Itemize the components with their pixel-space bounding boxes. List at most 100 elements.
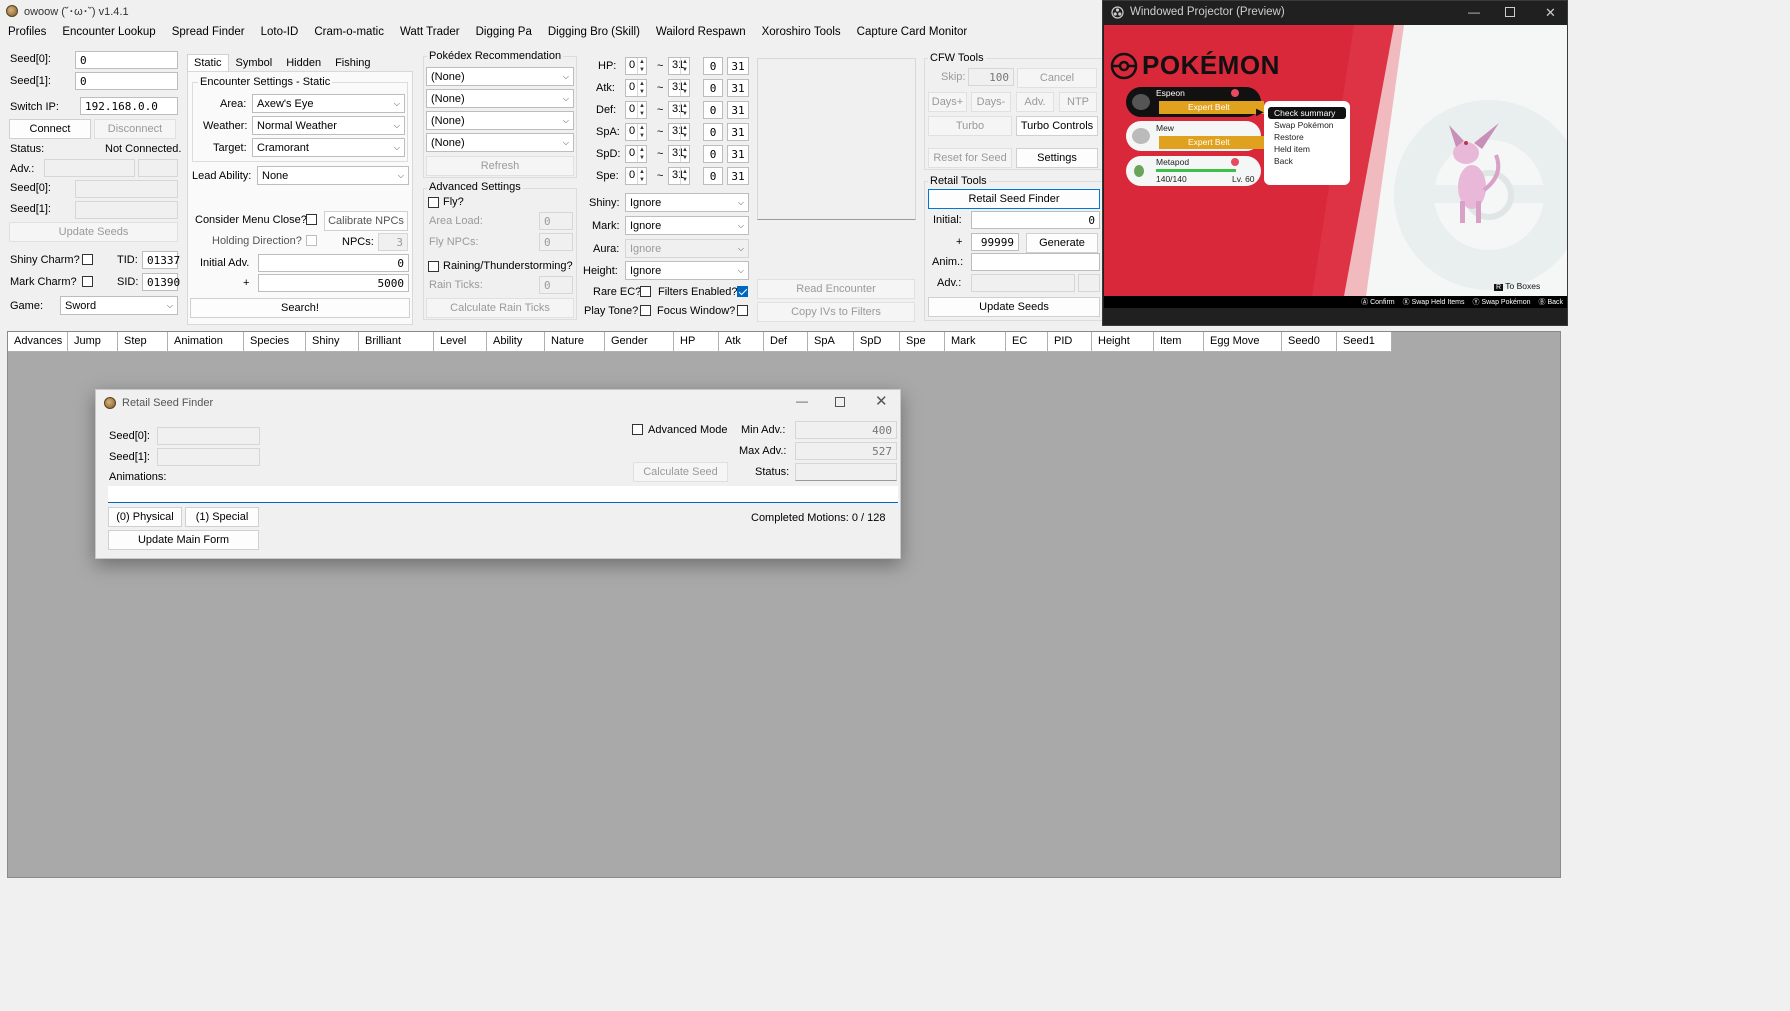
column-header-jump[interactable]: Jump	[68, 332, 118, 352]
menu-back[interactable]: Back	[1264, 155, 1350, 167]
retail-initial-input[interactable]: 0	[971, 211, 1100, 229]
menu-xoroshiro-tools[interactable]: Xoroshiro Tools	[754, 26, 849, 38]
menu-digging-bro[interactable]: Digging Bro (Skill)	[540, 26, 648, 38]
switch-ip-input[interactable]: 192.168.0.0	[80, 97, 178, 115]
disconnect-button[interactable]: Disconnect	[94, 119, 176, 139]
iv-high-4[interactable]: 31	[727, 145, 749, 163]
copy-ivs-button[interactable]: Copy IVs to Filters	[757, 302, 915, 322]
focus-window-checkbox[interactable]	[737, 305, 748, 316]
days-plus-button[interactable]: Days+	[928, 92, 967, 112]
holding-direction-checkbox[interactable]	[306, 235, 317, 246]
spinner-arrows-icon[interactable]: ▲ ▼	[680, 80, 689, 96]
iv-high-5[interactable]: 31	[727, 167, 749, 185]
menu-capture-card-monitor[interactable]: Capture Card Monitor	[849, 26, 976, 38]
min-adv-input[interactable]: 400	[795, 421, 897, 439]
physical-button[interactable]: (0) Physical	[108, 507, 182, 527]
height-filter-select[interactable]: Ignore ⌵	[625, 261, 749, 280]
iv-low-3[interactable]: 0	[703, 123, 723, 141]
pokedex-select-2[interactable]: (None) ⌵	[426, 89, 574, 108]
column-header-spa[interactable]: SpA	[808, 332, 854, 352]
column-header-gender[interactable]: Gender	[605, 332, 674, 352]
spinner-arrows-icon[interactable]: ▲ ▼	[680, 146, 689, 162]
iv-high-0[interactable]: 31	[727, 57, 749, 75]
aura-filter-select[interactable]: Ignore ⌵	[625, 239, 749, 258]
iv-max-3[interactable]: 31 ▲ ▼	[668, 123, 690, 141]
game-select[interactable]: Sword ⌵	[60, 296, 178, 315]
maximize-icon[interactable]	[1505, 7, 1515, 17]
retail-adv-input[interactable]	[971, 274, 1075, 292]
target-select[interactable]: Cramorant ⌵	[252, 138, 405, 157]
rain-ticks-input[interactable]: 0	[539, 276, 573, 294]
generate-button[interactable]: Generate	[1026, 233, 1098, 253]
menu-close-checkbox[interactable]	[306, 214, 317, 225]
tid-input[interactable]: 01337	[142, 251, 180, 269]
menu-held-item[interactable]: Held item	[1264, 143, 1350, 155]
animations-input[interactable]	[108, 486, 898, 503]
adv-input[interactable]	[44, 159, 135, 177]
advanced-mode-checkbox[interactable]	[632, 424, 643, 435]
iv-min-1[interactable]: 0 ▲ ▼	[625, 79, 647, 97]
close-icon[interactable]: ✕	[1545, 5, 1556, 21]
turbo-controls-button[interactable]: Turbo Controls	[1016, 116, 1098, 136]
column-header-step[interactable]: Step	[118, 332, 168, 352]
calculate-rain-ticks-button[interactable]: Calculate Rain Ticks	[426, 298, 574, 318]
iv-min-2[interactable]: 0 ▲ ▼	[625, 101, 647, 119]
iv-high-2[interactable]: 31	[727, 101, 749, 119]
shiny-filter-select[interactable]: Ignore ⌵	[625, 193, 749, 212]
iv-max-4[interactable]: 31 ▲ ▼	[668, 145, 690, 163]
lead-ability-select[interactable]: None ⌵	[257, 166, 409, 185]
adv-input-2[interactable]	[138, 159, 178, 177]
menu-swap-pokemon[interactable]: Swap Pokémon	[1264, 119, 1350, 131]
max-adv-input[interactable]: 527	[795, 442, 897, 460]
column-header-seed1[interactable]: Seed1	[1337, 332, 1392, 352]
mark-charm-checkbox[interactable]	[82, 276, 93, 287]
iv-min-0[interactable]: 0 ▲ ▼	[625, 57, 647, 75]
iv-max-5[interactable]: 31 ▲ ▼	[668, 167, 690, 185]
rare-ec-checkbox[interactable]	[640, 286, 651, 297]
column-header-advances[interactable]: Advances	[8, 332, 68, 352]
menu-wailord-respawn[interactable]: Wailord Respawn	[648, 26, 754, 38]
column-header-spe[interactable]: Spe	[900, 332, 945, 352]
seed1-input[interactable]: 0	[75, 72, 178, 90]
iv-min-4[interactable]: 0 ▲ ▼	[625, 145, 647, 163]
pokedex-select-1[interactable]: (None) ⌵	[426, 67, 574, 86]
column-header-ability[interactable]: Ability	[487, 332, 545, 352]
refresh-button[interactable]: Refresh	[426, 156, 574, 176]
minimize-icon[interactable]: —	[796, 394, 808, 408]
dialog-seed1-input[interactable]	[157, 448, 260, 466]
reset-for-seed-button[interactable]: Reset for Seed	[928, 148, 1012, 168]
iv-max-2[interactable]: 31 ▲ ▼	[668, 101, 690, 119]
iv-high-1[interactable]: 31	[727, 79, 749, 97]
fly-checkbox[interactable]	[428, 197, 439, 208]
npcs-input[interactable]: 3	[378, 233, 408, 251]
read-encounter-button[interactable]: Read Encounter	[757, 279, 915, 299]
retail-adv-input-2[interactable]	[1078, 274, 1100, 292]
retail-update-seeds-button[interactable]: Update Seeds	[928, 297, 1100, 317]
dialog-seed0-input[interactable]	[157, 427, 260, 445]
filters-enabled-checkbox[interactable]	[737, 286, 748, 297]
tab-hidden[interactable]: Hidden	[279, 54, 328, 72]
iv-max-0[interactable]: 31 ▲ ▼	[668, 57, 690, 75]
column-header-seed0[interactable]: Seed0	[1282, 332, 1337, 352]
adv-button[interactable]: Adv.	[1016, 92, 1054, 112]
anim-input[interactable]	[971, 253, 1100, 271]
ntp-button[interactable]: NTP	[1059, 92, 1097, 112]
spinner-arrows-icon[interactable]: ▲ ▼	[680, 124, 689, 140]
column-header-species[interactable]: Species	[244, 332, 306, 352]
spinner-arrows-icon[interactable]: ▲ ▼	[637, 58, 646, 74]
pokedex-select-3[interactable]: (None) ⌵	[426, 111, 574, 130]
maximize-icon[interactable]	[835, 397, 845, 407]
menu-spread-finder[interactable]: Spread Finder	[164, 26, 253, 38]
spinner-arrows-icon[interactable]: ▲ ▼	[637, 124, 646, 140]
special-button[interactable]: (1) Special	[185, 507, 259, 527]
menu-loto-id[interactable]: Loto-ID	[253, 26, 307, 38]
iv-low-0[interactable]: 0	[703, 57, 723, 75]
seed1-readout[interactable]	[75, 201, 178, 219]
pokedex-select-4[interactable]: (None) ⌵	[426, 133, 574, 152]
calculate-seed-button[interactable]: Calculate Seed	[633, 462, 728, 482]
mark-filter-select[interactable]: Ignore ⌵	[625, 216, 749, 235]
days-minus-button[interactable]: Days-	[971, 92, 1011, 112]
tab-static[interactable]: Static	[187, 54, 229, 72]
menu-digging-pa[interactable]: Digging Pa	[468, 26, 540, 38]
update-seeds-button[interactable]: Update Seeds	[9, 222, 178, 242]
